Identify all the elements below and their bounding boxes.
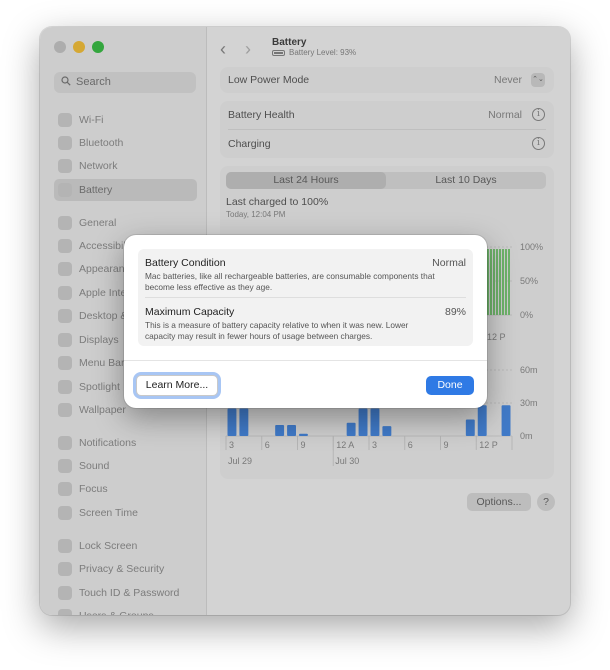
y-tick-label: 60m [520, 365, 538, 375]
battery-level-bar [493, 249, 495, 315]
divider [124, 360, 487, 361]
battery-condition-desc: Mac batteries, like all rechargeable bat… [145, 271, 435, 292]
usage-bar [465, 419, 475, 436]
maximum-capacity-desc: This is a measure of battery capacity re… [145, 320, 409, 341]
battery-health-card: Battery Condition Normal Mac batteries, … [138, 249, 473, 346]
battery-level-bar [508, 249, 510, 315]
usage-bar [358, 408, 368, 436]
maximum-capacity-title: Maximum Capacity [145, 306, 235, 318]
battery-level-bar [502, 249, 504, 315]
battery-condition-value: Normal [432, 257, 466, 269]
y-tick-label: 0m [520, 431, 533, 441]
date-label: Jul 30 [335, 456, 359, 466]
battery-level-bar [499, 249, 501, 315]
battery-health-sheet: Battery Condition Normal Mac batteries, … [124, 235, 487, 408]
y-tick-label: 50% [520, 276, 538, 286]
usage-bar [239, 408, 249, 436]
x-tick-label: 12 A [336, 440, 354, 450]
x-tick-label: 6 [265, 440, 270, 450]
usage-bar [501, 405, 511, 436]
usage-bar [227, 408, 237, 436]
usage-bar [275, 425, 285, 436]
x-tick-label: 12 P [487, 332, 506, 342]
y-tick-label: 30m [520, 398, 538, 408]
done-button[interactable]: Done [426, 376, 474, 395]
x-tick-label: 12 P [479, 440, 498, 450]
divider [145, 297, 466, 298]
battery-level-bar [487, 249, 489, 315]
options-button[interactable]: Options... [467, 493, 531, 511]
x-tick-label: 3 [229, 440, 234, 450]
usage-bar [477, 405, 487, 436]
date-label: Jul 29 [228, 456, 252, 466]
y-tick-label: 100% [520, 242, 543, 252]
usage-bar [299, 433, 308, 436]
y-tick-label: 0% [520, 310, 533, 320]
x-tick-label: 6 [408, 440, 413, 450]
battery-level-bar [496, 249, 498, 315]
usage-bar [382, 426, 392, 436]
usage-bar [346, 422, 356, 436]
x-tick-label: 9 [301, 440, 306, 450]
usage-bar [287, 425, 296, 436]
usage-bar [370, 408, 380, 436]
battery-level-bar [505, 249, 507, 315]
x-tick-label: 3 [372, 440, 377, 450]
battery-condition-title: Battery Condition [145, 257, 226, 269]
maximum-capacity-value: 89% [444, 306, 466, 318]
help-button[interactable]: ? [537, 493, 555, 511]
x-tick-label: 9 [444, 440, 449, 450]
battery-level-bar [490, 249, 492, 315]
learn-more-button[interactable]: Learn More... [136, 375, 218, 396]
